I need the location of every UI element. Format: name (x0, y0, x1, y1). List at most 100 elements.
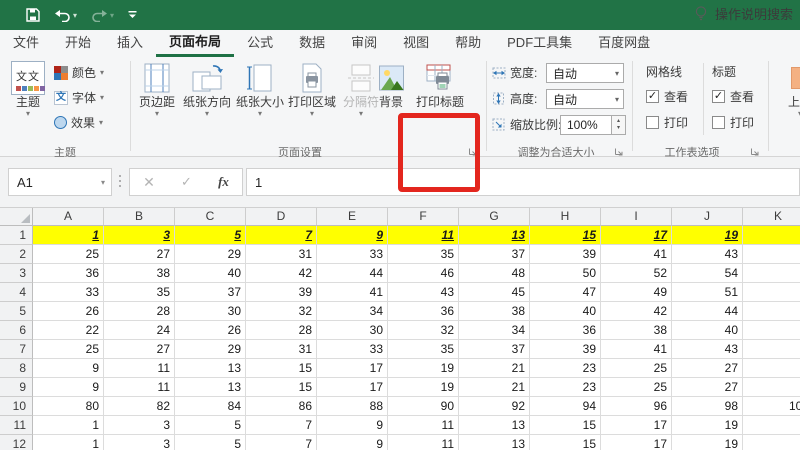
tell-me-search[interactable]: 操作说明搜索 (694, 0, 793, 27)
column-header-D[interactable]: D (246, 208, 317, 226)
cell-B7[interactable]: 27 (104, 340, 175, 359)
gridlines-print-row[interactable]: 打印 (646, 114, 688, 131)
tab-4[interactable]: 公式 (234, 30, 286, 57)
cell-J12[interactable]: 19 (672, 435, 743, 450)
cell-K4[interactable] (743, 283, 800, 302)
cell-E8[interactable]: 17 (317, 359, 388, 378)
column-header-G[interactable]: G (459, 208, 530, 226)
cell-G4[interactable]: 45 (459, 283, 530, 302)
cell-G8[interactable]: 21 (459, 359, 530, 378)
cell-E9[interactable]: 17 (317, 378, 388, 397)
tab-9[interactable]: PDF工具集 (494, 30, 585, 57)
cell-F3[interactable]: 46 (388, 264, 459, 283)
cell-E11[interactable]: 9 (317, 416, 388, 435)
column-header-F[interactable]: F (388, 208, 459, 226)
cell-A9[interactable]: 9 (33, 378, 104, 397)
cell-A10[interactable]: 80 (33, 397, 104, 416)
cell-K3[interactable] (743, 264, 800, 283)
sheet-options-dialog-launcher[interactable] (750, 144, 761, 155)
column-header-A[interactable]: A (33, 208, 104, 226)
headings-print-checkbox[interactable] (712, 116, 725, 129)
cell-I6[interactable]: 38 (601, 321, 672, 340)
cell-K5[interactable] (743, 302, 800, 321)
cell-H9[interactable]: 23 (530, 378, 601, 397)
paper-size-button[interactable]: 纸张大小 ▾ (235, 60, 285, 118)
cell-C5[interactable]: 30 (175, 302, 246, 321)
cell-B12[interactable]: 3 (104, 435, 175, 450)
scale-to-fit-dialog-launcher[interactable] (614, 144, 625, 155)
gridlines-view-row[interactable]: ✓ 查看 (646, 88, 688, 105)
row-header-3[interactable]: 3 (0, 264, 33, 283)
cell-I7[interactable]: 41 (601, 340, 672, 359)
orientation-button[interactable]: 纸张方向 ▾ (181, 60, 233, 118)
row-header-4[interactable]: 4 (0, 283, 33, 302)
cell-A2[interactable]: 25 (33, 245, 104, 264)
row-header-8[interactable]: 8 (0, 359, 33, 378)
cell-C3[interactable]: 40 (175, 264, 246, 283)
cell-I3[interactable]: 52 (601, 264, 672, 283)
cell-D7[interactable]: 31 (246, 340, 317, 359)
select-all-corner[interactable] (0, 208, 33, 226)
cell-A5[interactable]: 26 (33, 302, 104, 321)
cell-K11[interactable] (743, 416, 800, 435)
tab-1[interactable]: 开始 (52, 30, 104, 57)
column-header-I[interactable]: I (601, 208, 672, 226)
column-header-C[interactable]: C (175, 208, 246, 226)
row-header-2[interactable]: 2 (0, 245, 33, 264)
save-button[interactable] (26, 8, 40, 22)
margins-button[interactable]: 页边距 ▾ (134, 60, 180, 118)
theme-fonts-button[interactable]: 文 字体▾ (54, 89, 104, 106)
formula-input[interactable]: 1 (246, 168, 800, 196)
cell-H3[interactable]: 50 (530, 264, 601, 283)
cell-C12[interactable]: 5 (175, 435, 246, 450)
cell-K10[interactable]: 100 (743, 397, 800, 416)
undo-dropdown-arrow[interactable]: ▾ (73, 11, 77, 20)
bring-forward-button[interactable]: 上移 ▾ (778, 60, 800, 118)
cell-I12[interactable]: 17 (601, 435, 672, 450)
cell-F2[interactable]: 35 (388, 245, 459, 264)
cell-B3[interactable]: 38 (104, 264, 175, 283)
column-header-H[interactable]: H (530, 208, 601, 226)
cell-B1[interactable]: 3 (104, 226, 175, 245)
cell-C4[interactable]: 37 (175, 283, 246, 302)
tab-7[interactable]: 视图 (390, 30, 442, 57)
name-box-dropdown-arrow[interactable]: ▾ (101, 178, 105, 187)
cell-D9[interactable]: 15 (246, 378, 317, 397)
row-header-6[interactable]: 6 (0, 321, 33, 340)
gridlines-view-checkbox[interactable]: ✓ (646, 90, 659, 103)
cell-K7[interactable] (743, 340, 800, 359)
headings-view-checkbox[interactable]: ✓ (712, 90, 725, 103)
row-header-10[interactable]: 10 (0, 397, 33, 416)
cell-D8[interactable]: 15 (246, 359, 317, 378)
row-header-5[interactable]: 5 (0, 302, 33, 321)
cell-A7[interactable]: 25 (33, 340, 104, 359)
cell-J8[interactable]: 27 (672, 359, 743, 378)
cell-J3[interactable]: 54 (672, 264, 743, 283)
row-header-9[interactable]: 9 (0, 378, 33, 397)
cell-J7[interactable]: 43 (672, 340, 743, 359)
cell-G12[interactable]: 13 (459, 435, 530, 450)
cell-G10[interactable]: 92 (459, 397, 530, 416)
cell-F6[interactable]: 32 (388, 321, 459, 340)
cell-G6[interactable]: 34 (459, 321, 530, 340)
cell-E7[interactable]: 33 (317, 340, 388, 359)
cell-H6[interactable]: 36 (530, 321, 601, 340)
cell-F10[interactable]: 90 (388, 397, 459, 416)
cell-H4[interactable]: 47 (530, 283, 601, 302)
cell-D10[interactable]: 86 (246, 397, 317, 416)
tab-6[interactable]: 审阅 (338, 30, 390, 57)
cell-H12[interactable]: 15 (530, 435, 601, 450)
cell-H7[interactable]: 39 (530, 340, 601, 359)
cell-E12[interactable]: 9 (317, 435, 388, 450)
tab-0[interactable]: 文件 (0, 30, 52, 57)
column-header-B[interactable]: B (104, 208, 175, 226)
cell-F9[interactable]: 19 (388, 378, 459, 397)
cell-B9[interactable]: 11 (104, 378, 175, 397)
cell-D11[interactable]: 7 (246, 416, 317, 435)
formula-bar-resize-handle[interactable] (119, 175, 121, 187)
cell-D1[interactable]: 7 (246, 226, 317, 245)
cell-K8[interactable] (743, 359, 800, 378)
name-box[interactable]: A1 ▾ (8, 168, 112, 196)
tab-2[interactable]: 插入 (104, 30, 156, 57)
column-header-J[interactable]: J (672, 208, 743, 226)
